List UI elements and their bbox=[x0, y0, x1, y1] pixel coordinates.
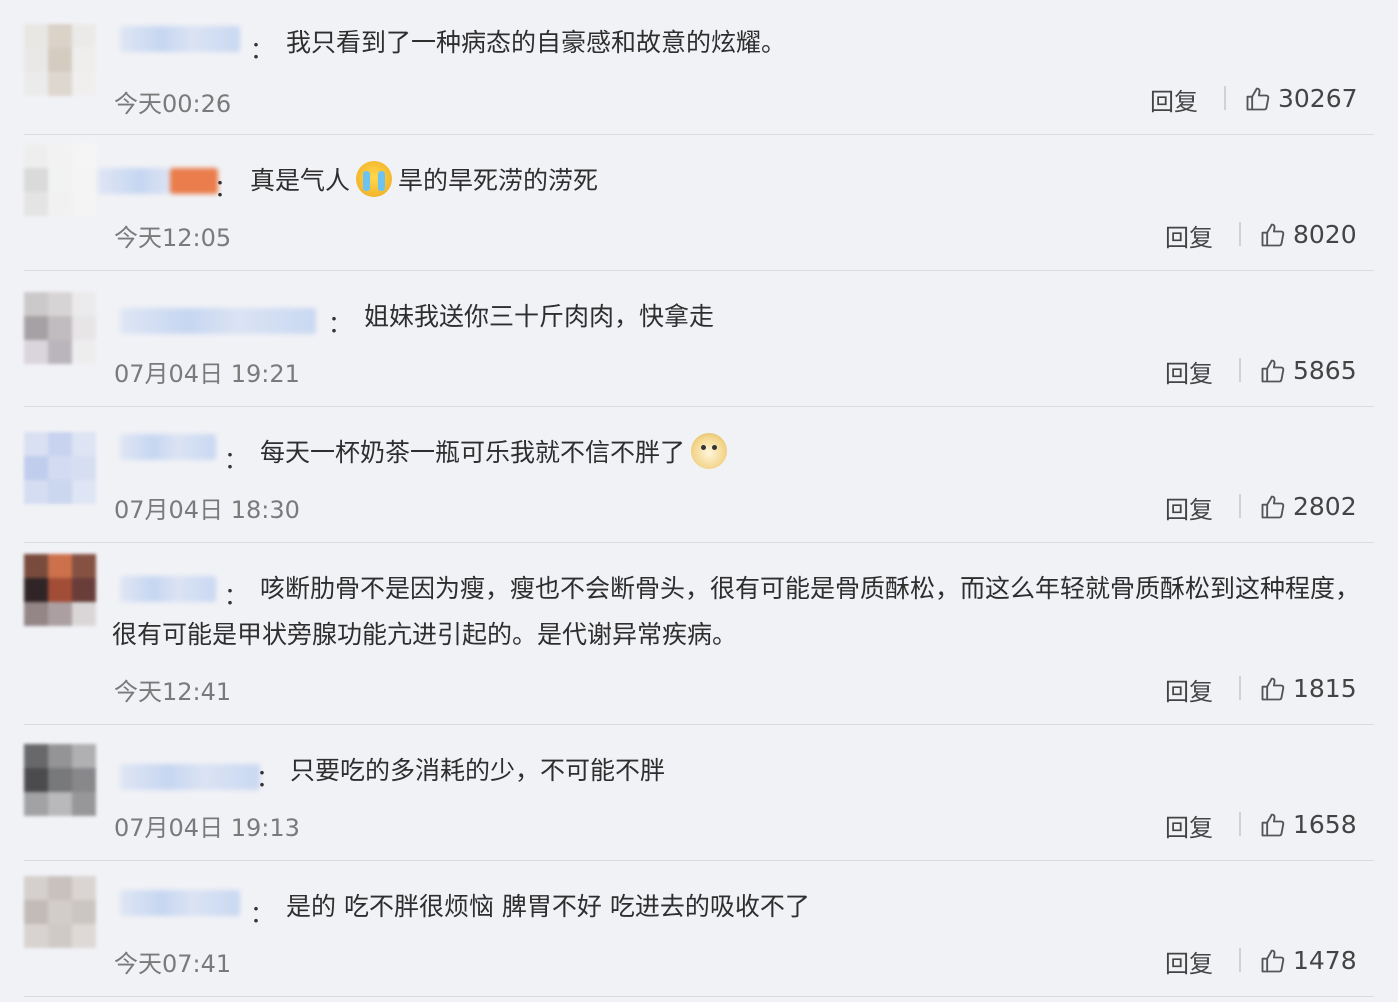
reply-button[interactable]: 回复 bbox=[1165, 218, 1213, 253]
like-button[interactable]: 1658 bbox=[1259, 810, 1357, 839]
colon: ： bbox=[328, 310, 352, 338]
comment-time: 07月04日 18:30 bbox=[114, 496, 300, 524]
comment-text-part: 每天一杯奶茶一瓶可乐我就不信不胖了 bbox=[260, 438, 686, 467]
username-blurred[interactable] bbox=[98, 168, 218, 194]
avatar[interactable] bbox=[24, 744, 96, 816]
divider bbox=[1239, 676, 1241, 700]
comment-text: 咳断肋骨不是因为瘦，瘦也不会断骨头，很有可能是骨质酥松，而这么年轻就骨质酥松到这… bbox=[112, 566, 1372, 658]
doge-face-icon bbox=[691, 433, 728, 469]
thumbs-up-icon bbox=[1261, 223, 1285, 246]
divider bbox=[1239, 222, 1241, 246]
like-button[interactable]: 30267 bbox=[1244, 84, 1358, 113]
comment-time: 07月04日 19:21 bbox=[114, 360, 300, 388]
colon: ： bbox=[224, 446, 248, 474]
comment-text: 真是气人 旱的旱死涝的涝死 bbox=[250, 158, 598, 204]
colon: ： bbox=[256, 764, 280, 792]
colon: ： bbox=[250, 900, 274, 928]
reply-button[interactable]: 回复 bbox=[1165, 944, 1213, 979]
username-blurred[interactable] bbox=[120, 890, 240, 916]
avatar[interactable] bbox=[24, 24, 96, 96]
comment-item: ： 姐妹我送你三十斤肉肉，快拿走 07月04日 19:21 回复 5865 bbox=[24, 270, 1374, 407]
comment-time: 今天00:26 bbox=[114, 90, 232, 118]
like-count: 8020 bbox=[1293, 220, 1357, 249]
comment-item: ： 真是气人 旱的旱死涝的涝死 今天12:05 回复 8020 bbox=[24, 134, 1374, 271]
like-button[interactable]: 1815 bbox=[1259, 674, 1357, 703]
comment-text: 我只看到了一种病态的自豪感和故意的炫耀。 bbox=[286, 28, 787, 57]
thumbs-up-icon bbox=[1246, 87, 1270, 110]
comment-time: 今天12:41 bbox=[114, 678, 232, 706]
like-count: 5865 bbox=[1293, 356, 1357, 385]
thumbs-up-icon bbox=[1261, 677, 1285, 700]
avatar[interactable] bbox=[24, 432, 96, 504]
comment-time: 今天07:41 bbox=[114, 950, 232, 978]
like-count: 1658 bbox=[1293, 810, 1357, 839]
comment-text-part: 咳断肋骨不是因为瘦，瘦也不会断骨头，很有可能是骨质酥松，而这么年轻就骨质酥松到这… bbox=[112, 574, 1361, 649]
username-blurred[interactable] bbox=[120, 764, 260, 790]
avatar[interactable] bbox=[24, 144, 96, 216]
like-count: 30267 bbox=[1278, 84, 1358, 113]
reply-button[interactable]: 回复 bbox=[1165, 808, 1213, 843]
like-count: 1815 bbox=[1293, 674, 1357, 703]
avatar[interactable] bbox=[24, 876, 96, 948]
username-blurred[interactable] bbox=[120, 434, 216, 460]
avatar[interactable] bbox=[24, 292, 96, 364]
comment-item: ： 只要吃的多消耗的少，不可能不胖 07月04日 19:13 回复 1658 bbox=[24, 724, 1374, 861]
reply-button[interactable]: 回复 bbox=[1165, 354, 1213, 389]
comment-text-part: 旱的旱死涝的涝死 bbox=[398, 166, 599, 195]
thumbs-up-icon bbox=[1261, 949, 1285, 972]
colon: ： bbox=[250, 36, 274, 64]
cry-face-icon bbox=[356, 161, 393, 197]
reply-button[interactable]: 回复 bbox=[1165, 490, 1213, 525]
divider bbox=[1224, 86, 1226, 110]
thumbs-up-icon bbox=[1261, 495, 1285, 518]
thumbs-up-icon bbox=[1261, 813, 1285, 836]
comment-text: 只要吃的多消耗的少，不可能不胖 bbox=[290, 756, 666, 785]
comment-text: 是的 吃不胖很烦恼 脾胃不好 吃进去的吸收不了 bbox=[286, 892, 810, 921]
like-button[interactable]: 5865 bbox=[1259, 356, 1357, 385]
comment-item: ： 每天一杯奶茶一瓶可乐我就不信不胖了 07月04日 18:30 回复 2802 bbox=[24, 406, 1374, 543]
divider bbox=[1239, 812, 1241, 836]
thumbs-up-icon bbox=[1261, 359, 1285, 382]
divider bbox=[1239, 358, 1241, 382]
like-button[interactable]: 1478 bbox=[1259, 946, 1357, 975]
like-button[interactable]: 8020 bbox=[1259, 220, 1357, 249]
comment-item: ： 是的 吃不胖很烦恼 脾胃不好 吃进去的吸收不了 今天07:41 回复 147… bbox=[24, 860, 1374, 997]
like-count: 1478 bbox=[1293, 946, 1357, 975]
colon: ： bbox=[214, 174, 238, 202]
username-accent bbox=[170, 168, 218, 194]
comment-text: 姐妹我送你三十斤肉肉，快拿走 bbox=[364, 302, 715, 331]
username-blurred[interactable] bbox=[120, 26, 240, 52]
comment-item: ： 我只看到了一种病态的自豪感和故意的炫耀。 今天00:26 回复 30267 bbox=[24, 14, 1374, 135]
reply-button[interactable]: 回复 bbox=[1150, 82, 1198, 117]
comment-text-part: 真是气人 bbox=[250, 166, 351, 195]
comment-list: ： 我只看到了一种病态的自豪感和故意的炫耀。 今天00:26 回复 30267 … bbox=[0, 0, 1398, 1002]
reply-button[interactable]: 回复 bbox=[1165, 672, 1213, 707]
comment-item: ： 咳断肋骨不是因为瘦，瘦也不会断骨头，很有可能是骨质酥松，而这么年轻就骨质酥松… bbox=[24, 542, 1374, 725]
avatar[interactable] bbox=[24, 554, 96, 626]
divider bbox=[1239, 494, 1241, 518]
like-button[interactable]: 2802 bbox=[1259, 492, 1357, 521]
comment-text: 每天一杯奶茶一瓶可乐我就不信不胖了 bbox=[260, 430, 733, 476]
username-blurred[interactable] bbox=[120, 308, 316, 334]
comment-time: 07月04日 19:13 bbox=[114, 814, 300, 842]
divider bbox=[1239, 948, 1241, 972]
like-count: 2802 bbox=[1293, 492, 1357, 521]
comment-time: 今天12:05 bbox=[114, 224, 232, 252]
